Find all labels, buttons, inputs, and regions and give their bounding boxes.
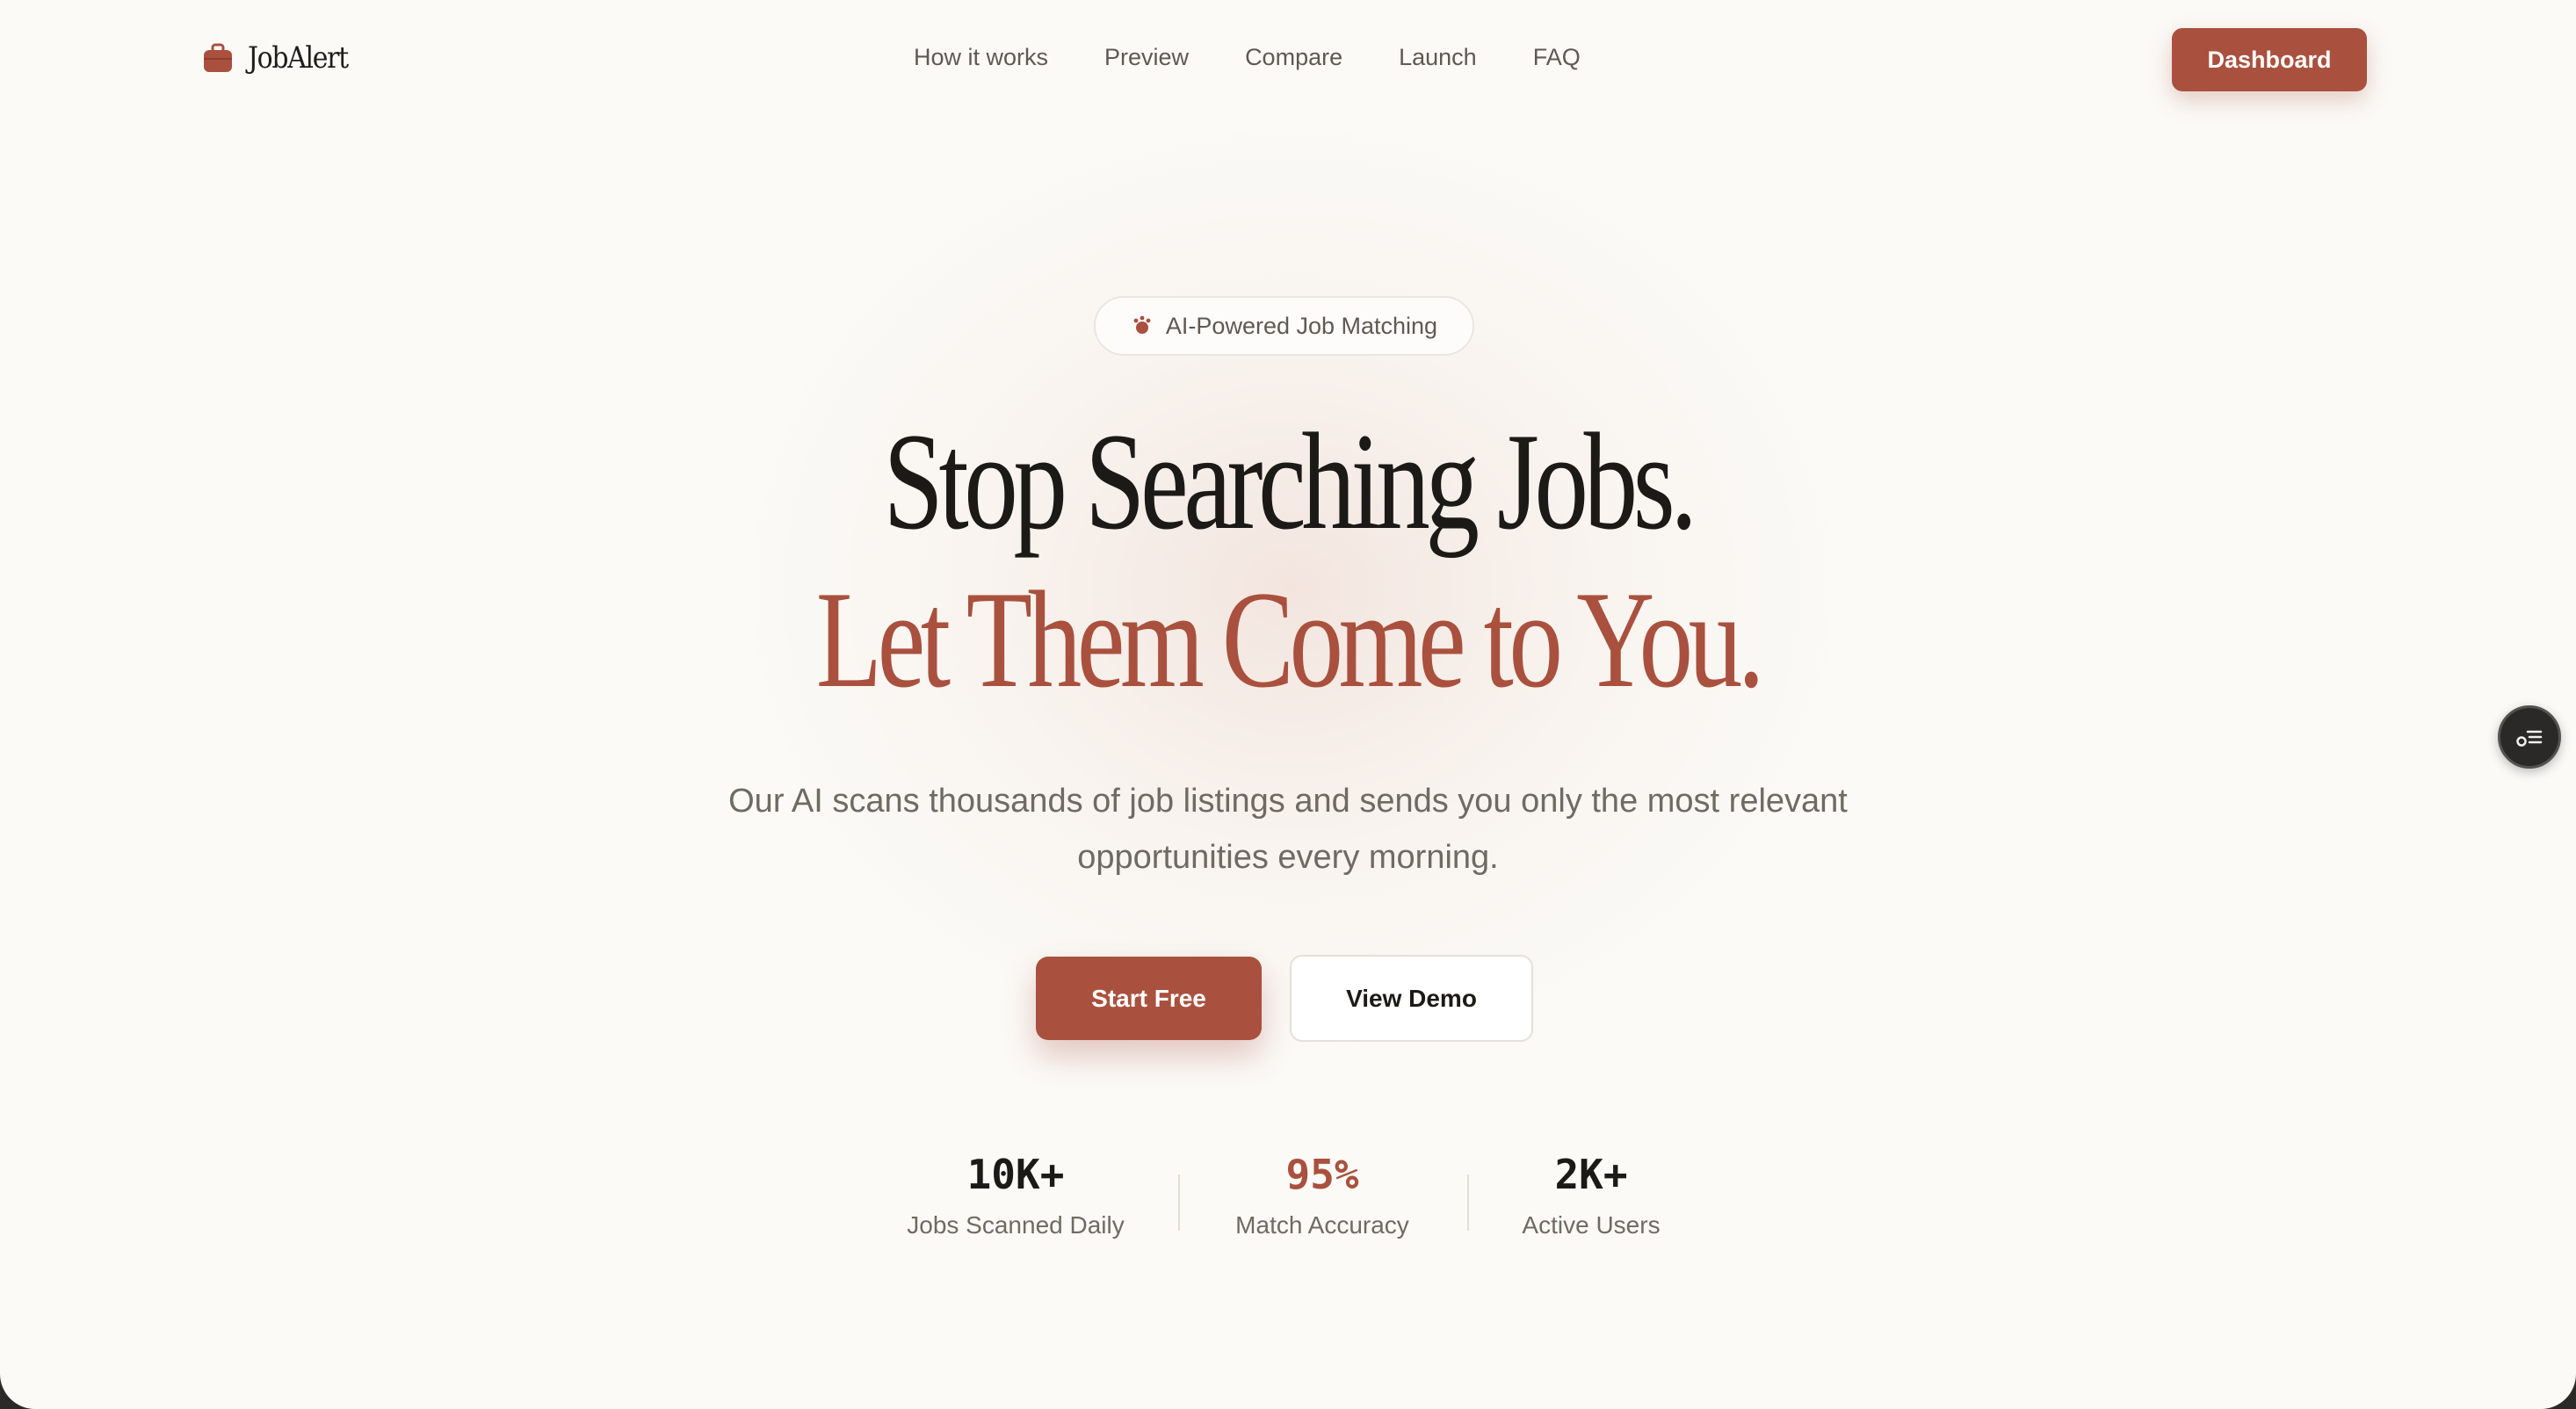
stat-active-users: 2K+ Active Users [1494, 1151, 1688, 1239]
main-nav: How it works Preview Compare Launch FAQ [914, 44, 1581, 71]
stat-value: 2K+ [1554, 1151, 1628, 1198]
stat-value: 95% [1285, 1151, 1359, 1198]
headline-line-1: Stop Searching Jobs. [883, 405, 1697, 559]
hero-subtitle: Our AI scans thousands of job listings a… [728, 783, 1848, 876]
stat-label: Jobs Scanned Daily [907, 1211, 1125, 1239]
start-free-button[interactable]: Start Free [1036, 957, 1262, 1040]
stat-jobs-scanned: 10K+ Jobs Scanned Daily [893, 1151, 1139, 1239]
headline-line-2: Let Them Come to You. [815, 563, 1765, 717]
stat-divider [1178, 1174, 1180, 1231]
stat-value: 10K+ [966, 1151, 1065, 1198]
ai-badge: AI-Powered Job Matching [1094, 296, 1474, 356]
nav-link-how-it-works[interactable]: How it works [914, 44, 1048, 71]
view-demo-button[interactable]: View Demo [1290, 955, 1533, 1042]
toc-button[interactable] [2498, 705, 2561, 769]
nav-link-compare[interactable]: Compare [1245, 44, 1342, 71]
badge-label: AI-Powered Job Matching [1165, 312, 1438, 339]
nav-link-preview[interactable]: Preview [1104, 44, 1189, 71]
nav-link-launch[interactable]: Launch [1399, 44, 1477, 71]
brand-logo[interactable]: JobAlert [202, 40, 361, 76]
stat-divider [1467, 1174, 1469, 1231]
toc-icon [2516, 730, 2543, 747]
dashboard-button[interactable]: Dashboard [2172, 28, 2367, 91]
landing-page: JobAlert How it works Preview Compare La… [0, 0, 2576, 1409]
nav-link-faq[interactable]: FAQ [1533, 44, 1581, 71]
brand-name: JobAlert [248, 40, 349, 76]
stat-label: Active Users [1522, 1211, 1661, 1239]
sparkle-icon [1133, 315, 1151, 334]
briefcase-icon [204, 43, 232, 72]
stat-label: Match Accuracy [1235, 1211, 1409, 1239]
stat-match-accuracy: 95% Match Accuracy [1199, 1151, 1445, 1239]
